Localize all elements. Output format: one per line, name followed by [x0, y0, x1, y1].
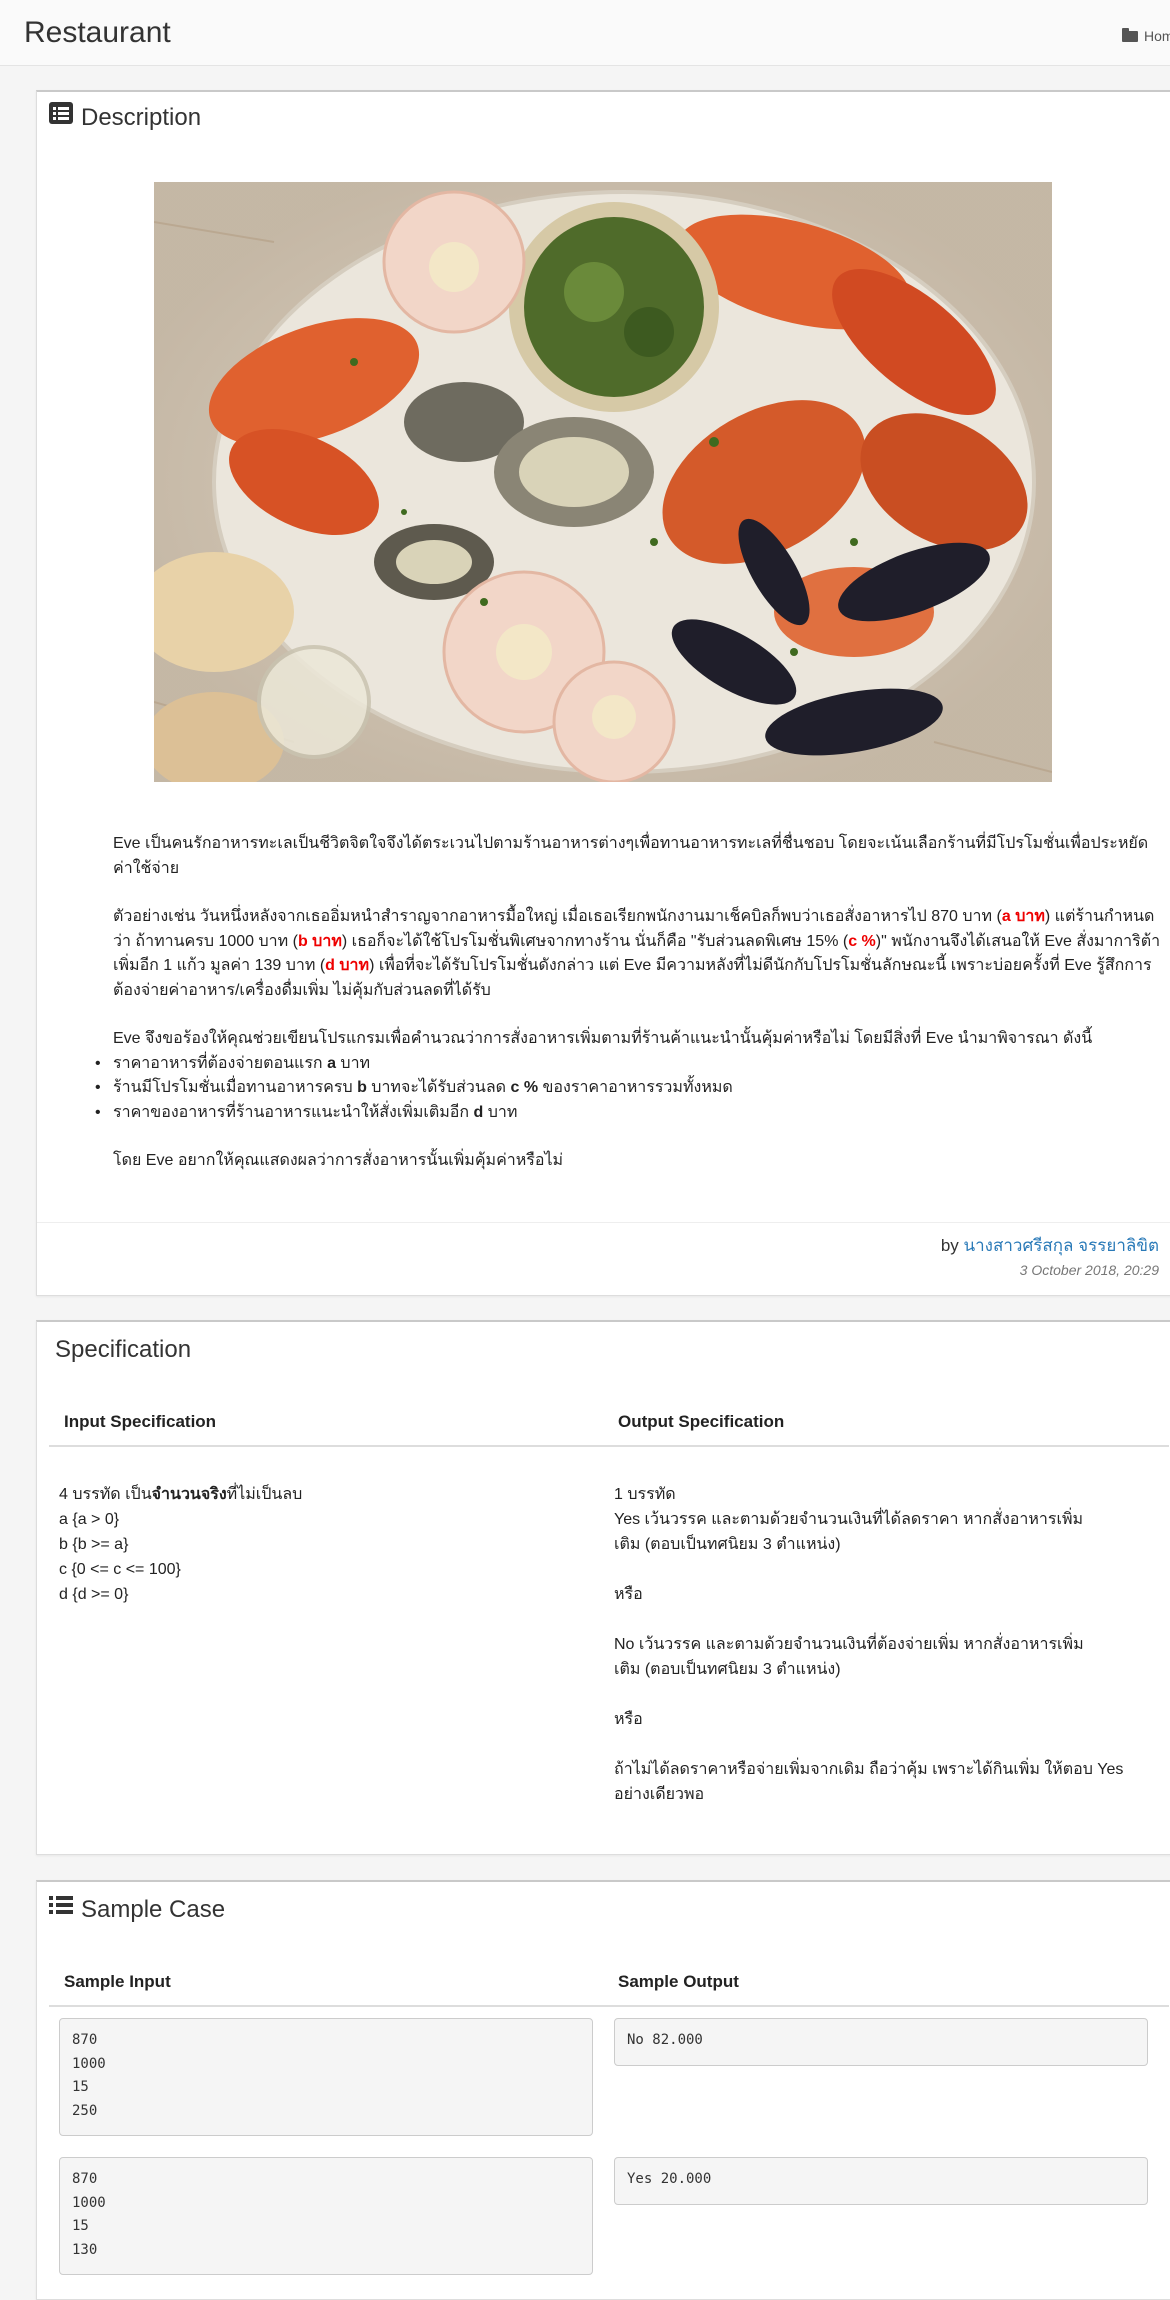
- sample-output-1[interactable]: No 82.000: [614, 2018, 1148, 2066]
- input-spec-line: d {d >= 0}: [59, 1586, 129, 1603]
- variable-c: c %: [848, 932, 876, 950]
- folder-open-icon: [1122, 28, 1138, 42]
- author-line: by นางสาวศรีสกุล จรรยาลิขิต: [940, 1236, 1159, 1255]
- sample-header-divider: [49, 2005, 1169, 2007]
- input-spec-line: a {a > 0}: [59, 1511, 120, 1528]
- top-bar: Restaurant Home: [0, 0, 1170, 66]
- list-alt-icon: [49, 102, 73, 131]
- input-spec-header: Input Specification: [64, 1412, 217, 1431]
- variable-d: d บาท: [325, 957, 370, 974]
- list-item: ราคาอาหารที่ต้องจ่ายตอนแรก a บาท: [95, 1052, 1163, 1077]
- sample-input-header: Sample Input: [64, 1972, 171, 1991]
- output-spec-line: Yes เว้นวรรค และตามด้วยจำนวนเงินที่ได้ลด…: [614, 1511, 1084, 1528]
- seafood-platter-image: [154, 182, 1052, 782]
- output-spec-header: Output Specification: [618, 1412, 785, 1431]
- description-body: Eve เป็นคนรักอาหารทะเลเป็นชีวิตจิตใจจึงไ…: [95, 832, 1163, 1198]
- description-paragraph-2: ตัวอย่างเช่น วันหนึ่งหลังจากเธออิ่มหนำสำ…: [113, 908, 1161, 999]
- post-date: 3 October 2018, 20:29: [1019, 1262, 1159, 1278]
- output-spec-line: ถ้าไม่ได้ลดราคาหรือจ่ายเพิ่มจากเดิม ถือว…: [614, 1761, 1124, 1778]
- output-spec-line: อย่างเดียวพอ: [614, 1786, 705, 1803]
- variable-b: b บาท: [297, 932, 342, 950]
- sample-input-1[interactable]: 870 1000 15 250: [59, 2018, 593, 2136]
- breadcrumb-home[interactable]: Home: [1122, 28, 1170, 44]
- input-spec-line: 4 บรรทัด เป็นจำนวนจริงที่ไม่เป็นลบ: [59, 1486, 303, 1503]
- description-panel: Description Eve เป็นคนรักอาหารทะเลเป็นชี…: [36, 90, 1170, 1296]
- input-spec-line: b {b >= a}: [59, 1536, 129, 1553]
- page-title: Restaurant: [24, 16, 171, 49]
- input-spec-line: c {0 <= c <= 100}: [59, 1561, 181, 1578]
- output-spec-line: เติม (ตอบเป็นทศนิยม 3 ตำแหน่ง): [614, 1536, 841, 1553]
- output-spec-line: 1 บรรทัด: [614, 1486, 676, 1503]
- considerations-list: ราคาอาหารที่ต้องจ่ายตอนแรก a บาท ร้านมีโ…: [95, 1052, 1163, 1126]
- output-spec-line: หรือ: [614, 1711, 643, 1728]
- sample-case-heading-label: Sample Case: [81, 1896, 226, 1923]
- description-paragraph-4: โดย Eve อยากให้คุณแสดงผลว่าการสั่งอาหารน…: [113, 1152, 564, 1169]
- sample-case-heading: Sample Case: [49, 1896, 225, 1925]
- description-paragraph-3: Eve จึงขอร้องให้คุณช่วยเขียนโปรแกรมเพื่อ…: [113, 1030, 1093, 1047]
- sample-output-header: Sample Output: [618, 1972, 739, 1991]
- description-paragraph-1: Eve เป็นคนรักอาหารทะเลเป็นชีวิตจิตใจจึงไ…: [113, 835, 1149, 877]
- specification-panel: Specification Input Specification Output…: [36, 1320, 1170, 1855]
- output-spec-line: No เว้นวรรค และตามด้วยจำนวนเงินที่ต้องจ่…: [614, 1636, 1084, 1653]
- output-spec-line: หรือ: [614, 1586, 643, 1603]
- breadcrumb-home-label: Home: [1144, 28, 1170, 44]
- specification-heading: Specification: [55, 1336, 192, 1363]
- list-item: ราคาของอาหารที่ร้านอาหารแนะนำให้สั่งเพิ่…: [95, 1101, 1163, 1126]
- input-spec-body: 4 บรรทัด เป็นจำนวนจริงที่ไม่เป็นลบ a {a …: [59, 1482, 579, 1607]
- spec-header-divider: [49, 1445, 1169, 1447]
- variable-a: a บาท: [1001, 908, 1045, 925]
- description-heading-label: Description: [81, 104, 202, 131]
- description-footer-divider: [37, 1222, 1170, 1223]
- list-item: ร้านมีโปรโมชั่นเมื่อทานอาหารครบ b บาทจะไ…: [95, 1076, 1163, 1101]
- description-heading: Description: [49, 102, 202, 133]
- list-icon: [49, 1894, 73, 1923]
- sample-input-2[interactable]: 870 1000 15 130: [59, 2157, 593, 2275]
- sample-output-2[interactable]: Yes 20.000: [614, 2157, 1148, 2205]
- output-spec-body: 1 บรรทัด Yes เว้นวรรค และตามด้วยจำนวนเงิ…: [614, 1482, 1154, 1807]
- sample-case-panel: Sample Case Sample Input Sample Output 8…: [36, 1880, 1170, 2300]
- author-link[interactable]: นางสาวศรีสกุล จรรยาลิขิต: [964, 1236, 1159, 1255]
- output-spec-line: เติม (ตอบเป็นทศนิยม 3 ตำแหน่ง): [614, 1661, 841, 1678]
